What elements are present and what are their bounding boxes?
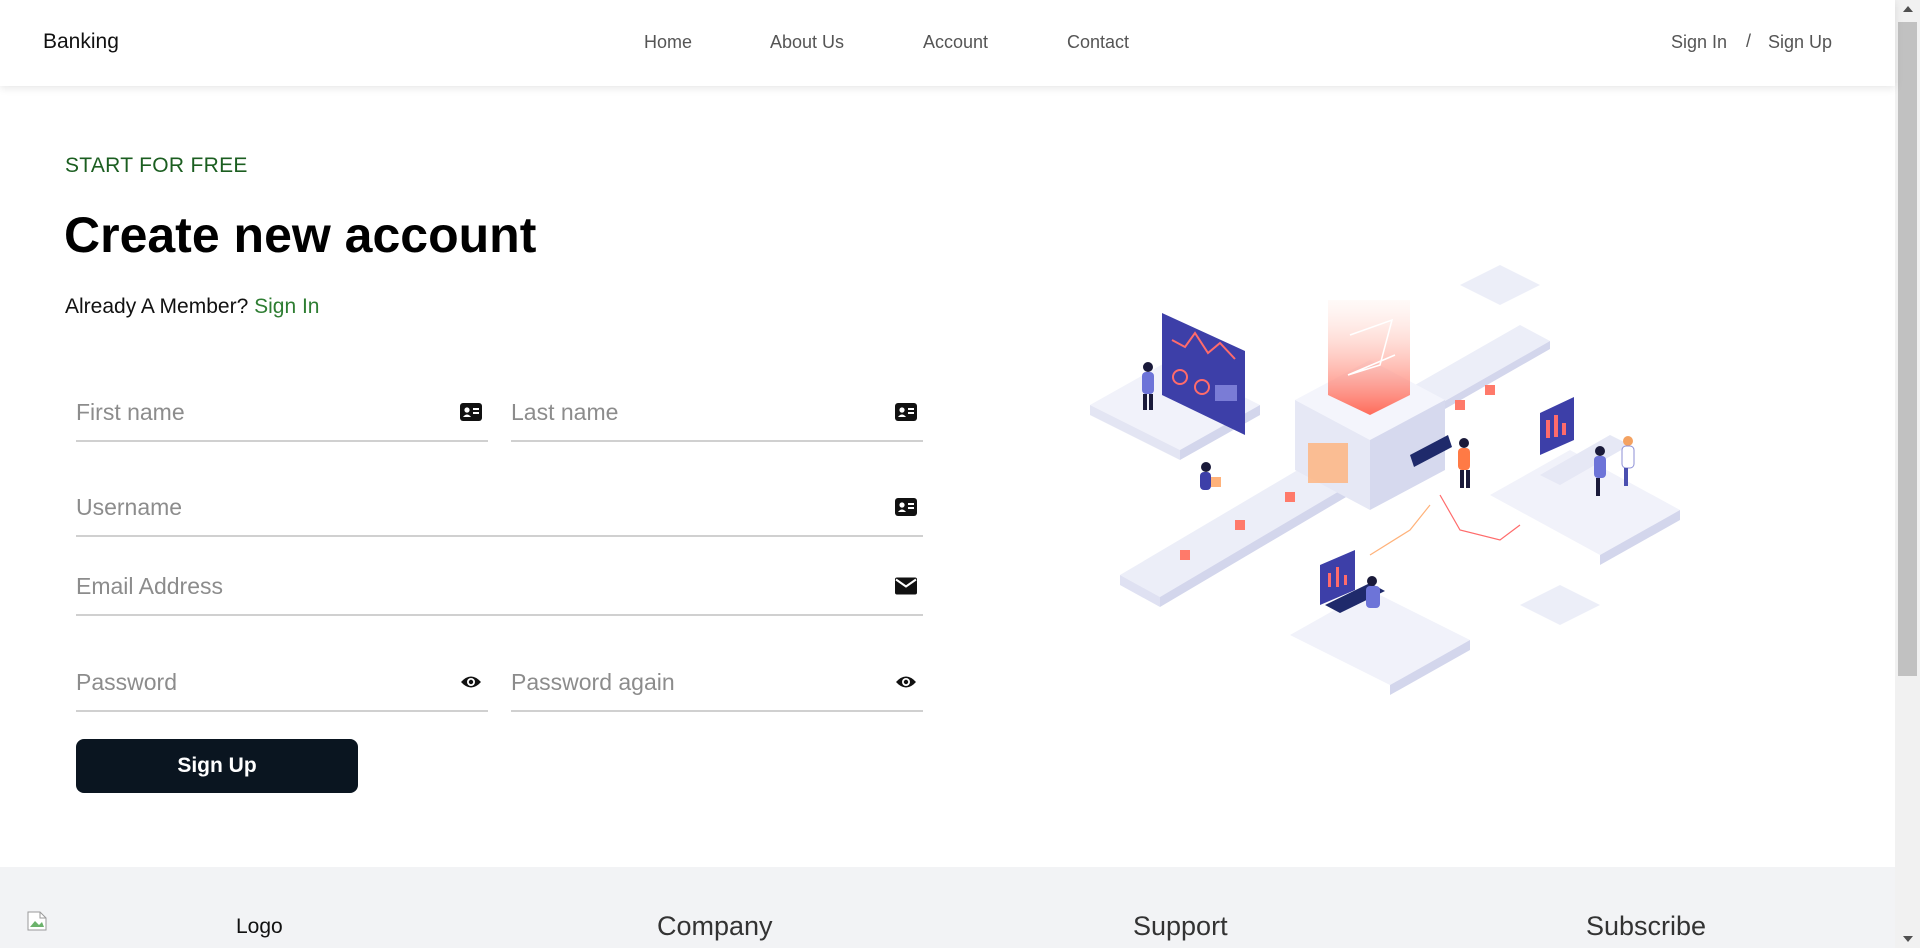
password-input[interactable]	[76, 656, 427, 708]
top-navbar: Banking Home About Us Account Contact Si…	[0, 0, 1895, 86]
footer-heading-company: Company	[657, 911, 773, 941]
isometric-banking-illustration	[1090, 265, 1680, 695]
email-field	[76, 560, 923, 616]
password-again-field	[511, 656, 923, 712]
broken-image-icon	[27, 911, 47, 931]
already-member-text: Already A Member? Sign In	[65, 295, 320, 319]
header-sign-in-link[interactable]: Sign In	[1671, 32, 1727, 53]
last-name-input[interactable]	[511, 386, 862, 438]
nav-about-us[interactable]: About Us	[770, 32, 844, 53]
footer-logo-text: Logo	[236, 915, 283, 938]
sign-in-link[interactable]: Sign In	[254, 295, 319, 318]
username-field	[76, 481, 923, 537]
brand-name[interactable]: Banking	[43, 30, 119, 54]
scrollbar-thumb[interactable]	[1898, 22, 1917, 676]
last-name-field	[511, 386, 923, 442]
first-name-field	[76, 386, 488, 442]
username-input[interactable]	[76, 481, 796, 533]
vertical-scrollbar[interactable]	[1895, 0, 1920, 948]
scroll-up-arrow-icon[interactable]	[1903, 6, 1913, 12]
member-prompt: Already A Member?	[65, 295, 249, 318]
first-name-input[interactable]	[76, 386, 427, 438]
page-title: Create new account	[64, 207, 537, 263]
id-card-icon	[460, 403, 482, 421]
auth-separator: /	[1746, 31, 1752, 51]
id-card-icon	[895, 498, 917, 516]
sign-up-button[interactable]: Sign Up	[76, 739, 358, 793]
password-again-input[interactable]	[511, 656, 862, 708]
email-input[interactable]	[76, 560, 796, 612]
eye-icon[interactable]	[895, 672, 917, 692]
start-for-free-label: START FOR FREE	[65, 154, 248, 177]
envelope-icon	[895, 577, 917, 595]
header-sign-up-link[interactable]: Sign Up	[1768, 32, 1832, 53]
scroll-down-arrow-icon[interactable]	[1903, 936, 1913, 942]
id-card-icon	[895, 403, 917, 421]
footer: Logo Company Support Subscribe	[0, 867, 1895, 948]
nav-home[interactable]: Home	[644, 32, 692, 53]
nav-account[interactable]: Account	[923, 32, 988, 53]
password-field	[76, 656, 488, 712]
eye-icon[interactable]	[460, 672, 482, 692]
footer-heading-support: Support	[1133, 911, 1228, 941]
footer-heading-subscribe: Subscribe	[1586, 911, 1707, 941]
nav-contact[interactable]: Contact	[1067, 32, 1129, 53]
